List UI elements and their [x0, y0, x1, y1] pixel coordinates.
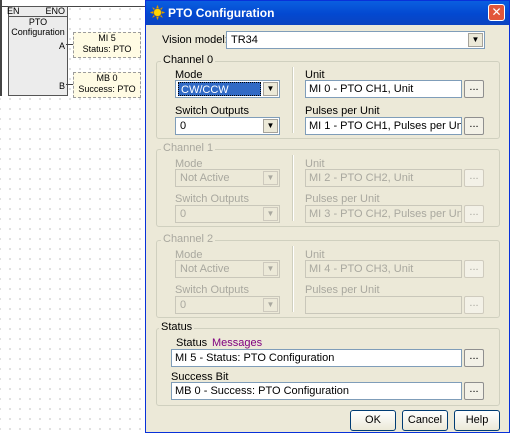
operand-success[interactable]: MB 0 Success: PTO [73, 72, 141, 98]
channel-2-title: Channel 2 [161, 233, 216, 245]
channel-2-ppu-label: Pulses per Unit [305, 284, 380, 296]
channel-1-divider [292, 155, 294, 221]
chevron-down-icon[interactable]: ▼ [263, 262, 278, 276]
dialog-titlebar[interactable]: PTO Configuration ✕ [146, 1, 509, 25]
channel-2-unit-browse-button[interactable]: ... [464, 260, 484, 278]
channel-0-ppu-field[interactable]: MI 1 - PTO CH1, Pulses per Unit [305, 117, 462, 135]
channel-2-ppu-browse-button[interactable]: ... [464, 296, 484, 314]
channel-0-mode-value: CW/CCW [178, 82, 261, 96]
channel-1-mode-value: Not Active [180, 172, 230, 184]
channel-2-mode-value: Not Active [180, 263, 230, 275]
messages-label: Messages [212, 337, 263, 349]
channel-0-divider [292, 67, 294, 133]
channel-2-mode-select[interactable]: Not Active ▼ [175, 260, 280, 278]
channel-1-unit-field[interactable]: MI 2 - PTO CH2, Unit [305, 169, 462, 187]
channel-1-unit-browse-button[interactable]: ... [464, 169, 484, 187]
channel-1-ppu-label: Pulses per Unit [305, 193, 380, 205]
status-label: Status [176, 337, 208, 349]
success-bit-browse-button[interactable]: ... [464, 382, 484, 400]
chevron-down-icon[interactable]: ▼ [468, 33, 483, 47]
channel-0-switch-select[interactable]: 0 ▼ [175, 117, 280, 135]
pto-function-block[interactable]: EN ENO PTO Configuration A B [7, 6, 68, 96]
function-block-name: PTO Configuration [11, 17, 65, 37]
en-pin-label: EN [7, 6, 20, 16]
channel-1-switch-label: Switch Outputs [175, 193, 249, 205]
channel-1-ppu-field[interactable]: MI 3 - PTO CH2, Pulses per Unit [305, 205, 462, 223]
status-field[interactable]: MI 5 - Status: PTO Configuration [171, 349, 462, 367]
channel-0-ppu-label: Pulses per Unit [305, 105, 380, 117]
channel-0-switch-value: 0 [180, 120, 187, 132]
pin-b-label: B [58, 81, 65, 91]
success-bit-field[interactable]: MB 0 - Success: PTO Configuration [171, 382, 462, 400]
close-button[interactable]: ✕ [488, 4, 505, 21]
channel-2-unit-field[interactable]: MI 4 - PTO CH3, Unit [305, 260, 462, 278]
status-browse-button[interactable]: ... [464, 349, 484, 367]
vision-model-value: TR34 [231, 34, 258, 46]
channel-0-mode-select[interactable]: CW/CCW ▼ [175, 80, 280, 98]
status-group-title: Status [159, 321, 195, 333]
ok-button[interactable]: OK [350, 410, 396, 431]
pto-configuration-dialog: PTO Configuration ✕ Vision model: TR34 ▼… [145, 0, 510, 433]
channel-1-ppu-browse-button[interactable]: ... [464, 205, 484, 223]
channel-2-switch-label: Switch Outputs [175, 284, 249, 296]
channel-0-switch-label: Switch Outputs [175, 105, 249, 117]
channel-2-switch-select[interactable]: 0 ▼ [175, 296, 280, 314]
ladder-canvas[interactable]: EN ENO PTO Configuration A B MI 5 Status… [0, 0, 160, 433]
vision-model-select[interactable]: TR34 ▼ [226, 31, 485, 49]
channel-1-mode-select[interactable]: Not Active ▼ [175, 169, 280, 187]
dialog-title: PTO Configuration [168, 6, 275, 20]
channel-1-switch-select[interactable]: 0 ▼ [175, 205, 280, 223]
vision-model-label: Vision model: [162, 34, 228, 46]
channel-0-title: Channel 0 [161, 54, 216, 66]
chevron-down-icon[interactable]: ▼ [263, 207, 278, 221]
power-rail [0, 0, 2, 96]
channel-0-unit-field[interactable]: MI 0 - PTO CH1, Unit [305, 80, 462, 98]
channel-2-switch-value: 0 [180, 299, 187, 311]
pin-a-label: A [58, 41, 65, 51]
help-button[interactable]: Help [454, 410, 500, 431]
cancel-button[interactable]: Cancel [402, 410, 448, 431]
chevron-down-icon[interactable]: ▼ [263, 82, 278, 96]
channel-0-ppu-browse-button[interactable]: ... [464, 117, 484, 135]
channel-2-divider [292, 246, 294, 312]
chevron-down-icon[interactable]: ▼ [263, 171, 278, 185]
chevron-down-icon[interactable]: ▼ [263, 119, 278, 133]
channel-1-title: Channel 1 [161, 142, 216, 154]
chevron-down-icon[interactable]: ▼ [263, 298, 278, 312]
eno-pin-label: ENO [45, 6, 65, 16]
function-block-header: EN ENO [7, 6, 67, 17]
channel-0-unit-browse-button[interactable]: ... [464, 80, 484, 98]
sun-gear-icon [150, 5, 165, 20]
operand-status[interactable]: MI 5 Status: PTO [73, 32, 141, 58]
channel-2-ppu-field[interactable] [305, 296, 462, 314]
channel-1-switch-value: 0 [180, 208, 187, 220]
